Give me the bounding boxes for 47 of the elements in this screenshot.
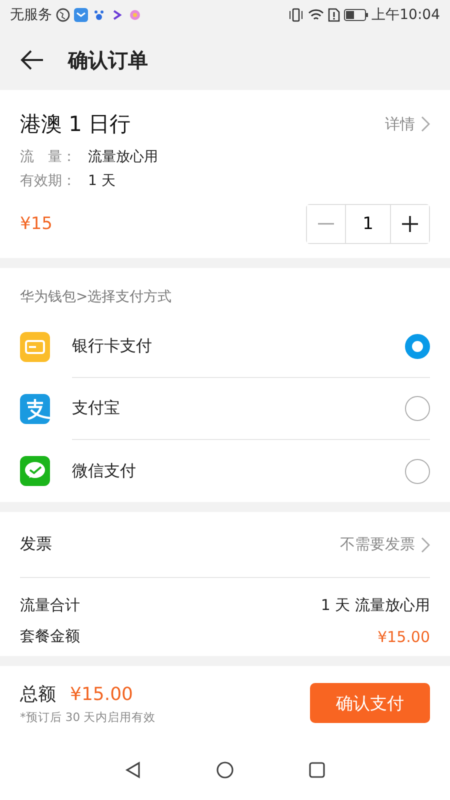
minus-icon bbox=[318, 223, 334, 225]
attribute-label: 流 量： bbox=[20, 148, 76, 166]
payment-option[interactable]: 银行卡支付 bbox=[20, 316, 430, 378]
card-icon bbox=[20, 332, 50, 362]
product-name: 港澳 1 日行 bbox=[20, 111, 131, 138]
paw-icon bbox=[92, 8, 106, 22]
payment-label: 银行卡支付 bbox=[72, 336, 152, 357]
invoice-option[interactable]: 不需要发票 bbox=[340, 535, 430, 554]
details-link[interactable]: 详情 bbox=[385, 114, 430, 134]
summary-label: 流量合计 bbox=[20, 596, 80, 615]
flower-icon bbox=[128, 8, 142, 22]
invoice-label: 发票 bbox=[20, 534, 52, 555]
wechat-pay-icon bbox=[20, 456, 50, 486]
battery-icon bbox=[344, 9, 368, 21]
radio-button[interactable] bbox=[405, 396, 430, 421]
plus-icon bbox=[402, 216, 418, 232]
chevron-icon bbox=[421, 536, 430, 552]
payment-option[interactable]: 微信支付 bbox=[20, 440, 430, 502]
recents-icon[interactable] bbox=[309, 762, 325, 778]
home-icon[interactable] bbox=[216, 761, 234, 779]
alipay-icon bbox=[20, 394, 50, 424]
radio-button[interactable] bbox=[405, 458, 430, 484]
clock-text: 上午10:04 bbox=[372, 6, 440, 24]
payment-label: 支付宝 bbox=[72, 398, 120, 419]
wifi-icon bbox=[308, 8, 324, 22]
payment-heading: 华为钱包>选择支付方式 bbox=[20, 288, 173, 307]
attribute-value: 流量放心用 bbox=[88, 148, 158, 166]
product-price: ¥15 bbox=[20, 214, 52, 234]
attribute-label: 有效期： bbox=[20, 172, 76, 190]
carrier-text: 无服务 bbox=[10, 6, 52, 24]
total-label: 总额 bbox=[20, 684, 56, 704]
summary-value: ¥15.00 bbox=[378, 628, 430, 646]
payment-label: 微信支付 bbox=[72, 460, 136, 482]
back-arrow-icon[interactable] bbox=[20, 50, 44, 70]
payment-option[interactable]: 支付宝 bbox=[20, 378, 430, 440]
page-title: 确认订单 bbox=[68, 46, 148, 74]
back-icon[interactable] bbox=[125, 761, 141, 779]
total-amount: ¥15.00 bbox=[70, 684, 133, 704]
summary-value: 1 天 流量放心用 bbox=[320, 596, 430, 615]
sim-alert-icon bbox=[328, 8, 340, 22]
app-icon bbox=[74, 8, 88, 22]
validity-note: *预订后 30 天内启用有效 bbox=[20, 710, 156, 724]
vibrate-icon bbox=[288, 8, 304, 22]
radio-button[interactable] bbox=[405, 334, 430, 359]
attribute-value: 1 天 bbox=[88, 172, 116, 190]
summary-label: 套餐金额 bbox=[20, 627, 80, 646]
chevron-icon bbox=[421, 116, 430, 132]
